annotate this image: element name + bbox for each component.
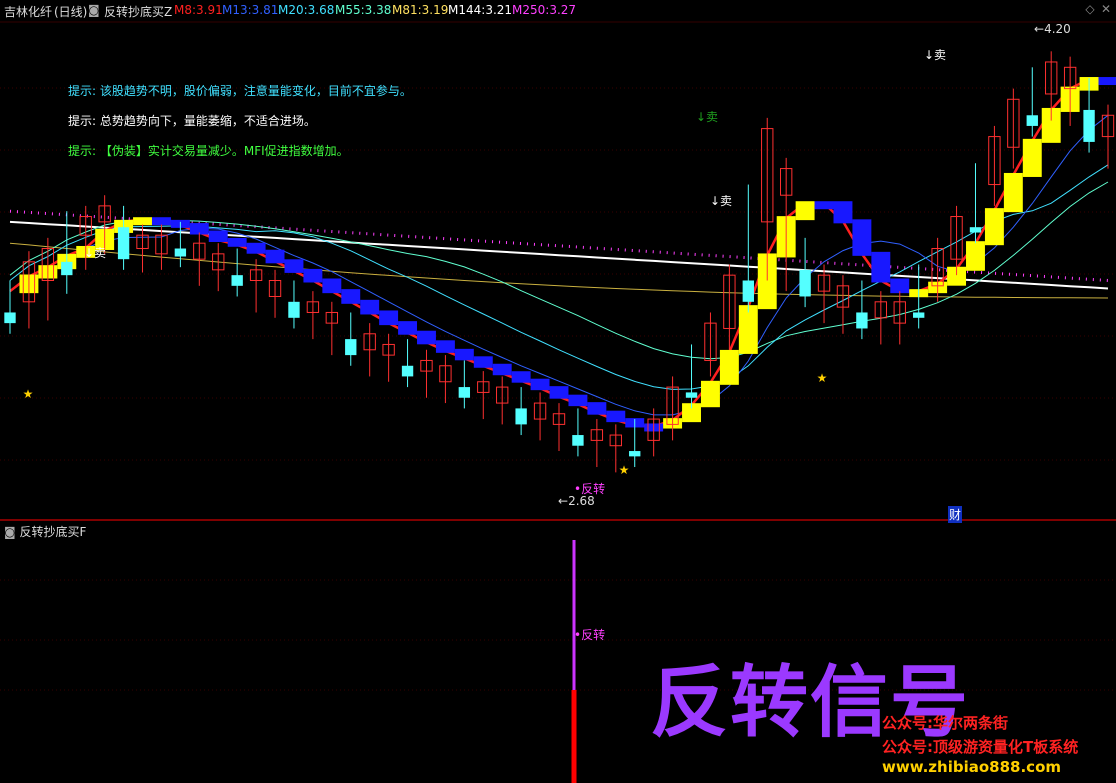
ribbon-block <box>133 217 152 226</box>
ribbon-block <box>151 217 171 226</box>
candle-body <box>174 248 187 257</box>
sell-signal-3: ↓卖 <box>924 48 947 62</box>
candle-body <box>1083 109 1095 142</box>
ribbon-block <box>208 230 228 242</box>
candle-body <box>401 365 414 377</box>
hint-3: 提示: 【伪装】实计交易量减少。MFI促进指数增加。 <box>68 144 349 158</box>
watermark-line-2: 公众号:顶级游资量化T板系统 <box>882 738 1079 756</box>
ribbon-block <box>492 363 512 376</box>
indicator-name[interactable]: 反转抄底买Z <box>104 3 172 20</box>
diamond-icon[interactable]: ◇ <box>1084 3 1096 15</box>
candle-body <box>629 451 641 457</box>
ma-m55: M55:3.38 <box>335 3 392 17</box>
ribbon-block <box>984 208 1004 246</box>
period-label[interactable]: (日线) <box>54 3 87 20</box>
candle-body <box>572 435 584 446</box>
ribbon-block <box>284 259 304 273</box>
star-icon: ★ <box>619 463 630 477</box>
ribbon-block <box>303 268 323 283</box>
candle-body <box>61 261 73 276</box>
ribbon-block <box>530 378 550 391</box>
ribbon-block <box>435 340 455 353</box>
ribbon-block <box>417 330 436 345</box>
candle-body <box>117 227 130 260</box>
candle-body <box>345 339 357 356</box>
candle-body <box>742 280 754 302</box>
ribbon-block <box>360 299 380 315</box>
ribbon-block <box>549 386 569 399</box>
ribbon-block <box>871 251 891 283</box>
ribbon-block <box>227 237 247 247</box>
collapse-icon[interactable]: ◙ <box>4 525 16 539</box>
ribbon-block <box>833 201 853 224</box>
candle-body <box>458 387 471 398</box>
sell-signal-2: ↓卖 <box>710 194 733 208</box>
candle-body <box>288 301 300 318</box>
ribbon-block <box>1098 77 1116 86</box>
ribbon-block <box>379 310 399 326</box>
sell-signal-1: ↓卖 <box>84 246 107 260</box>
candle-body <box>4 312 16 324</box>
ma-m250: M250:3.27 <box>512 3 577 17</box>
finance-badge[interactable]: 财 <box>948 506 963 523</box>
hint-2: 提示: 总势趋势向下，量能萎缩，不适合进场。 <box>68 114 316 128</box>
ribbon-block <box>890 278 910 294</box>
ma-m8: M8:3.91 <box>174 3 223 17</box>
ribbon-block <box>587 402 607 415</box>
ma-m144: M144:3.21 <box>448 3 513 17</box>
candle-body <box>969 227 982 233</box>
ribbon-block <box>966 241 985 271</box>
watermark-line-3: www.zhibiao888.com <box>882 758 1062 776</box>
ribbon-block <box>852 219 872 256</box>
ribbon-block <box>795 201 815 221</box>
close-icon[interactable]: ✕ <box>1100 3 1112 15</box>
chart-header: 吉林化纤 (日线) ◙ 反转抄底买Z M8:3.91 M13:3.81 M20:… <box>0 0 1116 22</box>
ribbon-block <box>511 371 531 383</box>
ribbon-block <box>700 380 720 408</box>
ma-m81: M81:3.19 <box>392 3 449 17</box>
sub-reversal-label: •反转 <box>574 628 606 642</box>
ribbon-block <box>606 410 626 423</box>
candle-body <box>685 392 698 398</box>
candle-body <box>515 408 527 425</box>
ribbon-block <box>814 201 834 210</box>
star-icon: ★ <box>817 371 828 385</box>
hint-1: 提示: 该股趋势不明，股价偏弱，注意量能变化，目前不宜参与。 <box>68 84 412 98</box>
ribbon-block <box>341 289 361 304</box>
ma-m13: M13:3.81 <box>222 3 279 17</box>
candle-body <box>913 312 925 318</box>
high-price-label: ←4.20 <box>1034 22 1071 36</box>
ribbon-block <box>454 348 474 361</box>
sell-signal-green: ↓卖 <box>696 110 719 124</box>
ribbon-block <box>719 349 739 385</box>
candle-body <box>231 275 243 286</box>
ribbon-block <box>322 278 342 294</box>
collapse-icon[interactable]: ◙ <box>88 3 100 17</box>
ribbon-block <box>473 356 493 368</box>
candle-body <box>799 269 811 297</box>
ribbon-block <box>568 394 588 407</box>
sub-panel-title[interactable]: ◙ 反转抄底买F <box>4 523 86 540</box>
candle-body <box>856 312 868 329</box>
ribbon-block <box>1003 172 1023 213</box>
ma-m20: M20:3.68 <box>278 3 335 17</box>
candle-body <box>1026 115 1038 126</box>
ribbon-block <box>265 249 285 264</box>
star-icon: ★ <box>23 387 34 401</box>
low-price-label: ←2.68 <box>558 494 595 508</box>
watermark-line-1: 公众号:华尔两条街 <box>882 714 1008 732</box>
ribbon-block <box>246 242 266 254</box>
ribbon-block <box>1022 138 1042 177</box>
stock-name[interactable]: 吉林化纤 <box>4 3 52 20</box>
ribbon-block <box>398 321 418 335</box>
